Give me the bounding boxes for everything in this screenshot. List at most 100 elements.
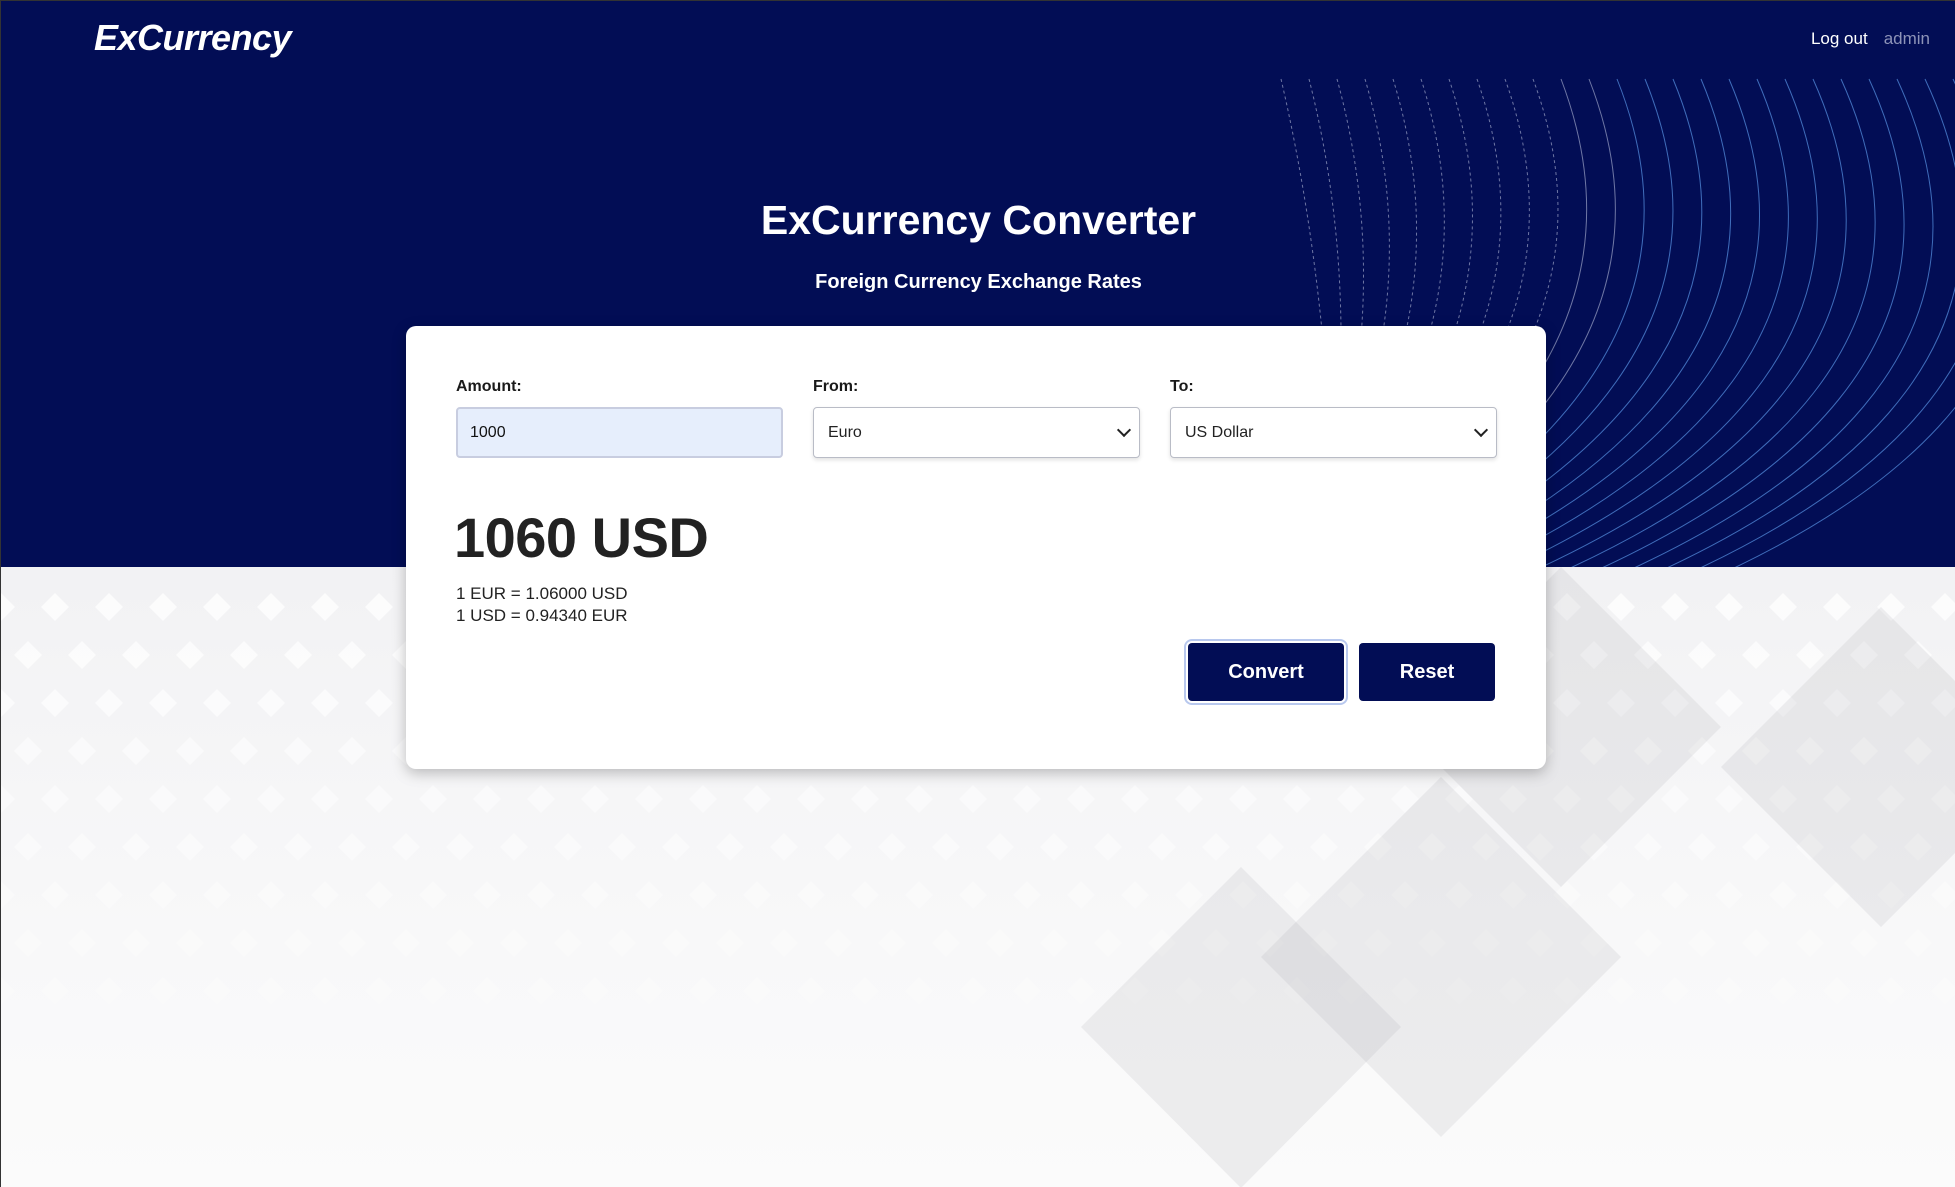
pattern-diamond xyxy=(932,929,960,957)
pattern-diamond xyxy=(905,785,933,813)
pattern-diamond xyxy=(1850,929,1878,957)
pattern-diamond xyxy=(905,977,933,1005)
pattern-diamond xyxy=(257,881,285,909)
pattern-diamond xyxy=(635,785,663,813)
pattern-diamond xyxy=(986,833,1014,861)
pattern-diamond xyxy=(1769,593,1797,621)
pattern-diamond xyxy=(851,977,879,1005)
pattern-diamond xyxy=(1472,1121,1500,1149)
pattern-diamond xyxy=(1040,929,1068,957)
pattern-diamond xyxy=(689,1073,717,1101)
pattern-diamond xyxy=(1715,881,1743,909)
pattern-diamond xyxy=(959,1073,987,1101)
pattern-diamond xyxy=(338,1025,366,1053)
pattern-diamond xyxy=(662,1025,690,1053)
app-page: ExCurrency Log out admin ExCurrency Conv… xyxy=(0,0,1955,1187)
amount-input[interactable] xyxy=(456,407,783,458)
from-currency-select[interactable]: Euro xyxy=(813,407,1140,458)
pattern-diamond xyxy=(1715,593,1743,621)
pattern-diamond xyxy=(1607,1169,1635,1187)
to-currency-select[interactable]: US Dollar xyxy=(1170,407,1497,458)
pattern-diamond xyxy=(1769,881,1797,909)
pattern-diamond xyxy=(1931,1073,1955,1101)
pattern-diamond xyxy=(419,1169,447,1187)
pattern-diamond xyxy=(1013,1169,1041,1187)
rate-forward: 1 EUR = 1.06000 USD xyxy=(456,584,628,603)
pattern-diamond xyxy=(1283,1169,1311,1187)
pattern-diamond xyxy=(1067,1169,1095,1187)
pattern-diamond xyxy=(797,881,825,909)
pattern-diamond xyxy=(1742,1121,1770,1149)
pattern-diamond xyxy=(770,1025,798,1053)
pattern-diamond xyxy=(1823,1073,1851,1101)
pattern-diamond xyxy=(716,1121,744,1149)
pattern-diamond xyxy=(41,1169,69,1187)
pattern-diamond xyxy=(41,881,69,909)
pattern-diamond xyxy=(41,593,69,621)
pattern-diamond xyxy=(824,929,852,957)
pattern-diamond xyxy=(338,737,366,765)
pattern-diamond xyxy=(446,929,474,957)
pattern-diamond xyxy=(1391,1169,1419,1187)
pattern-diamond xyxy=(932,1025,960,1053)
pattern-diamond xyxy=(1742,641,1770,669)
pattern-diamond xyxy=(1,1169,15,1187)
pattern-diamond xyxy=(203,593,231,621)
pattern-diamond xyxy=(14,929,42,957)
nav-links: Log out admin xyxy=(1811,29,1930,49)
conversion-result: 1060 USD xyxy=(454,506,709,569)
pattern-diamond xyxy=(716,833,744,861)
pattern-diamond xyxy=(1364,1121,1392,1149)
pattern-diamond xyxy=(1661,1073,1689,1101)
pattern-diamond xyxy=(1661,977,1689,1005)
pattern-diamond xyxy=(95,1073,123,1101)
pattern-diamond xyxy=(662,833,690,861)
pattern-diamond xyxy=(959,881,987,909)
pattern-diamond xyxy=(1202,833,1230,861)
pattern-diamond xyxy=(554,833,582,861)
page-title: ExCurrency Converter xyxy=(760,197,1197,243)
pattern-diamond xyxy=(311,593,339,621)
pattern-diamond xyxy=(878,1121,906,1149)
pattern-diamond xyxy=(203,881,231,909)
pattern-diamond xyxy=(311,1169,339,1187)
pattern-diamond xyxy=(1661,593,1689,621)
pattern-diamond xyxy=(1931,1169,1955,1187)
pattern-diamond xyxy=(1877,1169,1905,1187)
pattern-diamond xyxy=(392,1121,420,1149)
pattern-diamond xyxy=(1013,977,1041,1005)
to-label: To: xyxy=(1170,378,1194,395)
pattern-diamond xyxy=(176,833,204,861)
pattern-diamond xyxy=(1607,977,1635,1005)
pattern-diamond xyxy=(1445,1169,1473,1187)
pattern-diamond xyxy=(1688,641,1716,669)
pattern-diamond xyxy=(176,737,204,765)
pattern-diamond xyxy=(635,977,663,1005)
pattern-diamond xyxy=(149,1073,177,1101)
convert-button[interactable]: Convert xyxy=(1188,643,1344,701)
pattern-diamond xyxy=(1796,641,1824,669)
pattern-diamond xyxy=(473,1169,501,1187)
pattern-diamond xyxy=(1661,881,1689,909)
pattern-diamond xyxy=(176,1025,204,1053)
pattern-diamond xyxy=(284,929,312,957)
brand-logo[interactable]: ExCurrency xyxy=(94,17,292,59)
pattern-diamond xyxy=(1,593,15,621)
pattern-diamond xyxy=(1634,929,1662,957)
pattern-diamond xyxy=(284,737,312,765)
pattern-diamond xyxy=(1769,977,1797,1005)
pattern-diamond xyxy=(581,881,609,909)
pattern-diamond xyxy=(1,689,15,717)
pattern-diamond xyxy=(608,833,636,861)
pattern-diamond xyxy=(689,977,717,1005)
pattern-diamond xyxy=(905,1169,933,1187)
pattern-diamond xyxy=(581,1073,609,1101)
pattern-diamond xyxy=(743,1073,771,1101)
pattern-diamond xyxy=(905,881,933,909)
reset-button[interactable]: Reset xyxy=(1359,643,1495,701)
pattern-diamond xyxy=(311,785,339,813)
logout-link[interactable]: Log out xyxy=(1811,29,1868,49)
pattern-diamond xyxy=(14,641,42,669)
pattern-diamond xyxy=(1634,1025,1662,1053)
pattern-diamond xyxy=(1688,1121,1716,1149)
